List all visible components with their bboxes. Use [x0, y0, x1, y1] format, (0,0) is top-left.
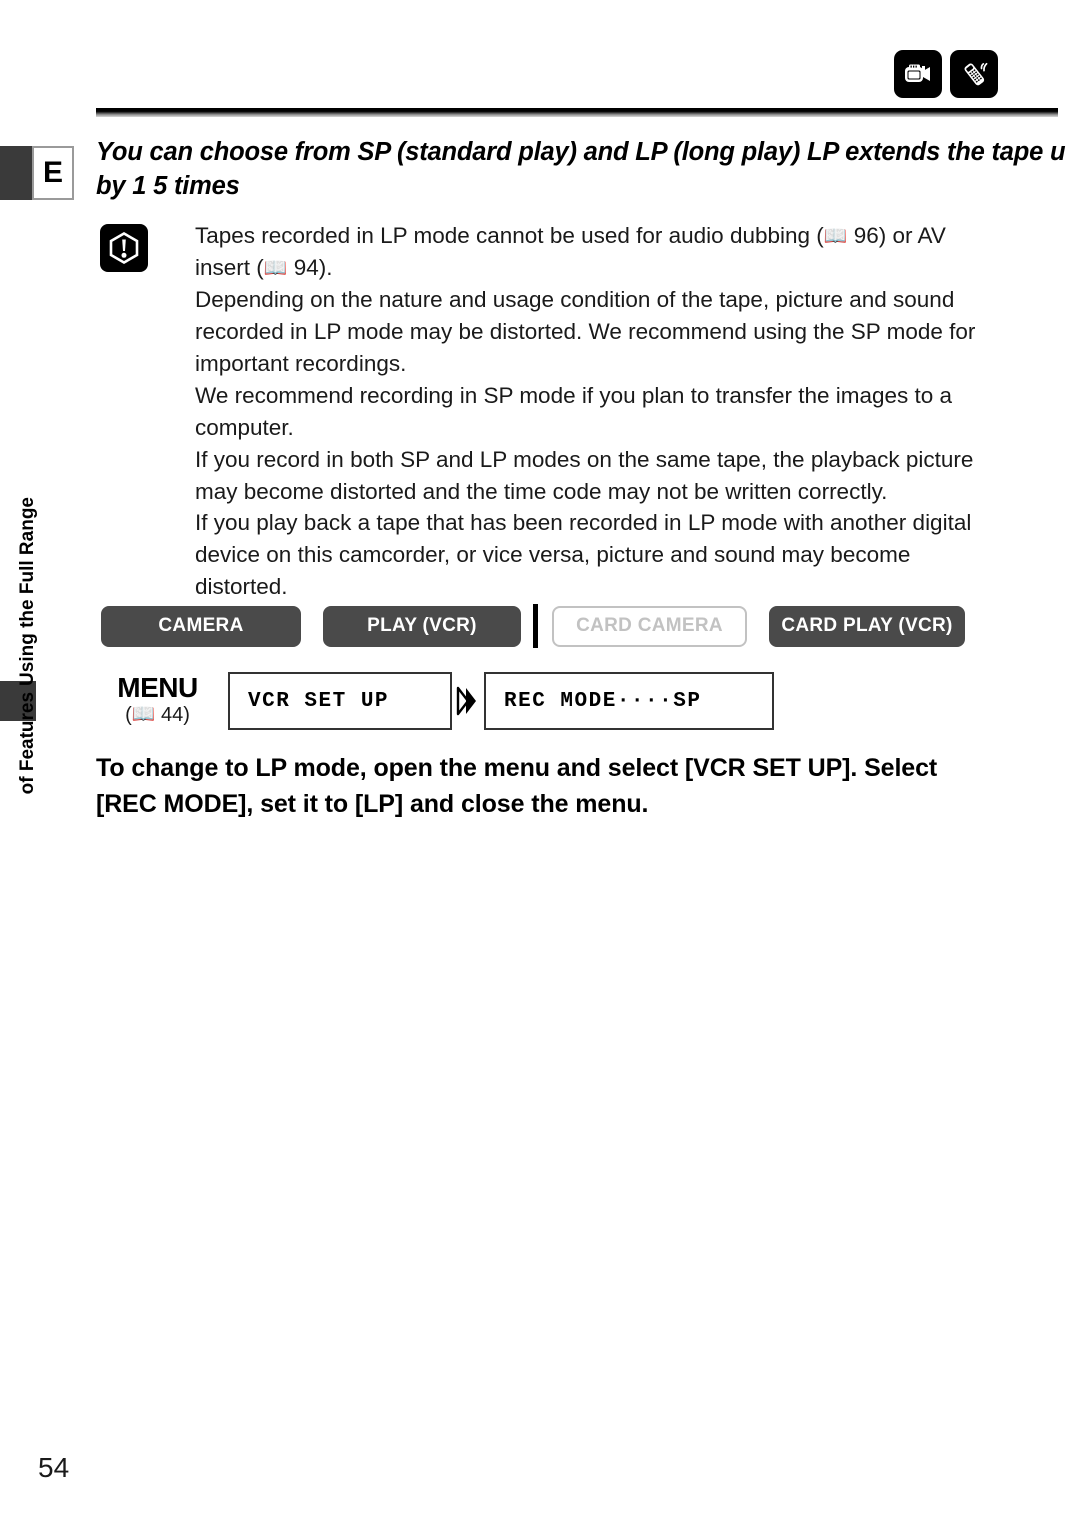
instruction-line2: [REC MODE], set it to [LP] and close the…	[96, 790, 649, 819]
menu-item-rec-mode[interactable]: REC MODE····SP	[484, 672, 774, 730]
menu-item-vcr-set-up[interactable]: VCR SET UP	[228, 672, 452, 730]
caution-p1-pre: Tapes recorded in LP mode cannot be used…	[195, 223, 824, 248]
menu-item-vcr-set-up-label: VCR SET UP	[248, 689, 390, 713]
double-chevron-right-icon	[452, 684, 484, 718]
caution-text-block: Tapes recorded in LP mode cannot be used…	[195, 220, 995, 603]
section-side-label-line2: of Features	[17, 691, 38, 795]
caution-exclamation-icon	[100, 224, 148, 272]
caution-paragraph-2: Depending on the nature and usage condit…	[195, 286, 976, 376]
menu-ref-close: )	[183, 704, 190, 727]
menu-ref-open: (	[125, 704, 132, 727]
caution-paragraph-3: We recommend recording in SP mode if you…	[195, 382, 953, 440]
mode-button-card-play-vcr[interactable]: CARD PLAY (VCR)	[769, 605, 965, 647]
instruction-text: To change to LP mode, open the menu and …	[96, 750, 996, 823]
caution-p1-ref1: 96	[853, 223, 879, 248]
mode-button-row: CAMERA PLAY (VCR) CARD CAMERA CARD PLAY …	[101, 604, 965, 648]
menu-label: MENU (📖 44)	[100, 673, 215, 728]
caution-p1-post: ).	[318, 254, 333, 280]
menu-title: MENU	[117, 672, 198, 703]
mode-button-card-camera[interactable]: CARD CAMERA	[552, 605, 747, 647]
header-icon-group	[894, 50, 998, 98]
book-reference-icon: 📖	[131, 703, 156, 726]
menu-ref-page: 44	[160, 704, 184, 727]
page-title-line1: You can choose from SP (standard play) a…	[96, 138, 1066, 166]
mode-button-play-vcr[interactable]: PLAY (VCR)	[323, 605, 521, 647]
mode-button-card-play-vcr-label: CARD PLAY (VCR)	[781, 615, 953, 636]
mode-button-card-camera-label: CARD CAMERA	[576, 615, 723, 636]
section-side-label: Using the Full Range of Features	[17, 497, 78, 794]
menu-item-rec-mode-label: REC MODE····SP	[504, 689, 702, 713]
book-reference-icon: 📖	[823, 225, 848, 247]
mode-button-camera-label: CAMERA	[158, 615, 244, 636]
caution-p1-ref2: 94	[293, 254, 319, 280]
page-title: You can choose from SP (standard play) a…	[96, 135, 1080, 204]
caution-paragraph-4: If you record in both SP and LP modes on…	[195, 446, 974, 504]
page-title-line2: by 1 5 times	[96, 172, 240, 201]
caution-paragraph-5: If you play back a tape that has been re…	[195, 510, 972, 600]
edition-badge-label: E	[42, 156, 63, 189]
menu-page-reference: (📖 44)	[100, 702, 215, 728]
mode-button-camera[interactable]: CAMERA	[101, 605, 301, 647]
edition-badge: E	[32, 146, 74, 200]
remote-control-icon	[950, 50, 998, 98]
mode-button-play-vcr-label: PLAY (VCR)	[367, 615, 477, 636]
book-reference-icon: 📖	[263, 256, 288, 279]
camcorder-icon	[894, 50, 942, 98]
mode-group-divider	[533, 604, 538, 648]
menu-path-row: VCR SET UP REC MODE····SP	[228, 672, 774, 730]
header-divider-rule	[96, 108, 1058, 117]
instruction-line1: To change to LP mode, open the menu and …	[96, 754, 938, 782]
edition-side-bar	[0, 146, 32, 200]
section-side-label-line1: Using the Full Range	[17, 497, 38, 686]
caution-paragraph-1: Tapes recorded in LP mode cannot be used…	[195, 220, 995, 284]
page-number: 54	[38, 1452, 70, 1483]
